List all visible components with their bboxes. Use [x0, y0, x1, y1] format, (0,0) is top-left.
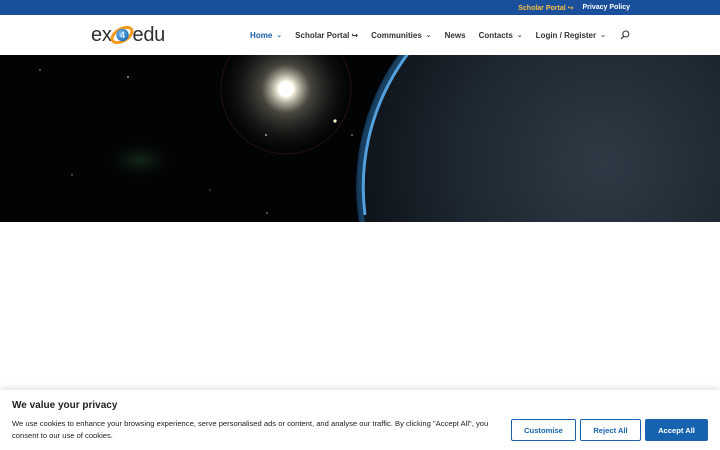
- nav-login-register-label: Login / Register: [535, 30, 597, 40]
- site-logo[interactable]: ex 4 edu: [91, 22, 165, 48]
- nav-scholar-portal[interactable]: Scholar Portal ↪: [295, 31, 358, 40]
- nav-home-label: Home: [250, 30, 273, 40]
- nav-login-register[interactable]: Login / Register ⌄: [536, 31, 606, 40]
- chevron-down-icon: ⌄: [276, 32, 283, 39]
- chevron-down-icon: ⌄: [425, 32, 432, 39]
- nav-communities[interactable]: Communities ⌄: [371, 31, 432, 40]
- accept-all-button[interactable]: Accept All: [645, 419, 708, 441]
- logo-mark-number: 4: [120, 30, 125, 40]
- site-header: ex 4 edu Home ⌄ Scholar Portal ↪ Communi…: [0, 15, 720, 55]
- chevron-down-icon: ⌄: [516, 32, 523, 39]
- top-bar: Scholar Portal ↪ Privacy Policy: [0, 0, 720, 15]
- nav-scholar-portal-label: Scholar Portal: [295, 30, 350, 40]
- main-nav: Home ⌄ Scholar Portal ↪ Communities ⌄ Ne…: [237, 15, 630, 55]
- nav-news[interactable]: News: [445, 31, 466, 40]
- hero-planet-illustration: [0, 55, 720, 222]
- customise-button[interactable]: Customise: [511, 419, 576, 441]
- logo-text-right: edu: [132, 24, 166, 46]
- search-icon[interactable]: [620, 30, 630, 40]
- external-link-icon: ↪: [351, 30, 359, 40]
- cookie-description: We use cookies to enhance your browsing …: [12, 419, 489, 440]
- page: Scholar Portal ↪ Privacy Policy ex 4 edu: [0, 0, 720, 450]
- hero-space-image: [0, 55, 720, 222]
- nav-contacts-label: Contacts: [478, 30, 513, 40]
- nav-home[interactable]: Home ⌄: [250, 31, 282, 40]
- topbar-scholar-portal-link[interactable]: Scholar Portal ↪: [518, 4, 573, 12]
- logo-text-left: ex: [91, 24, 112, 46]
- cookie-title: We value your privacy: [12, 400, 118, 411]
- reject-all-button[interactable]: Reject All: [580, 419, 641, 441]
- topbar-privacy-policy-link[interactable]: Privacy Policy: [583, 4, 630, 11]
- nav-communities-label: Communities: [371, 30, 422, 40]
- cookie-consent-banner: We value your privacy We use cookies to …: [0, 390, 720, 450]
- orbit-planet-icon: 4: [110, 25, 134, 45]
- nav-contacts[interactable]: Contacts ⌄: [479, 31, 523, 40]
- nav-news-label: News: [444, 30, 466, 40]
- chevron-down-icon: ⌄: [600, 32, 606, 39]
